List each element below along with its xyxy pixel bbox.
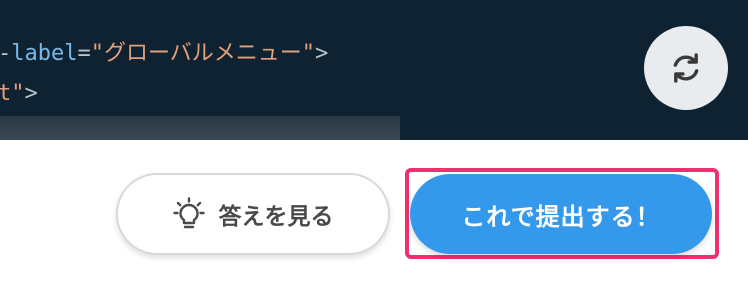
code-string-value: グローバルメニュー — [103, 41, 302, 66]
code-line: -label="グローバルメニュー"> — [0, 40, 328, 68]
show-answer-label: 答えを見る — [218, 204, 334, 230]
refresh-button[interactable] — [644, 26, 728, 110]
code-equals: = — [77, 41, 91, 66]
code-quote: " — [11, 81, 25, 106]
refresh-icon — [673, 53, 699, 83]
code-attribute: label — [11, 41, 78, 66]
lightbulb-icon — [172, 197, 205, 229]
code-tag-end: > — [24, 81, 38, 106]
code-quote: " — [301, 41, 316, 66]
editor-horizontal-scrollbar[interactable] — [0, 116, 400, 140]
code-line: t"> — [0, 80, 38, 108]
code-editor: -label="グローバルメニュー"> t"> — [0, 0, 748, 140]
code-quote: " — [90, 41, 104, 66]
code-tag-end: > — [315, 41, 329, 66]
show-answer-button[interactable]: 答えを見る — [116, 173, 390, 255]
code-prefix: - — [0, 41, 11, 66]
submit-button[interactable]: これで提出する！ — [410, 174, 712, 254]
code-string-tail: t — [0, 81, 12, 106]
submit-label: これで提出する！ — [461, 202, 661, 231]
